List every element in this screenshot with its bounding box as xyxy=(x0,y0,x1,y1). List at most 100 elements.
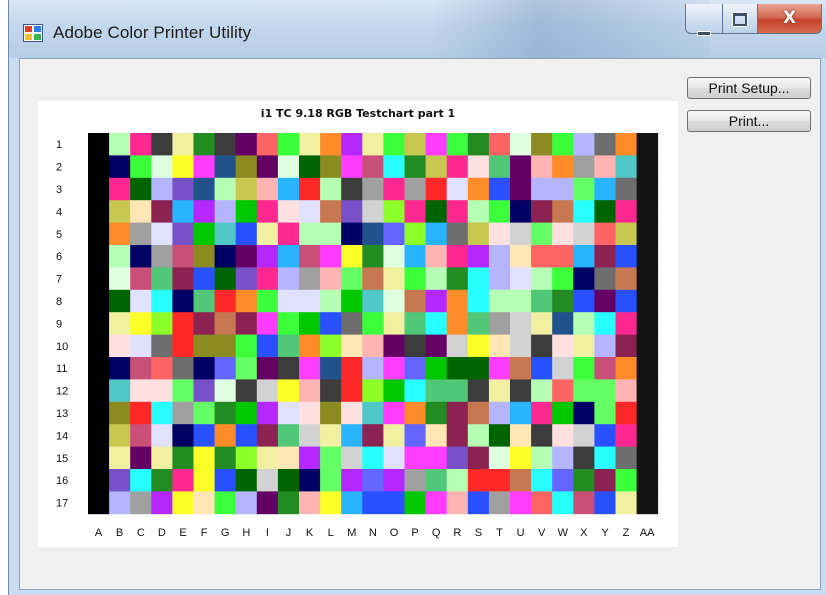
color-patch xyxy=(594,357,616,380)
color-patch xyxy=(299,357,321,380)
color-patch xyxy=(151,424,173,447)
color-patch xyxy=(362,267,384,291)
color-patch xyxy=(467,312,490,335)
color-patch xyxy=(109,200,131,223)
color-patch xyxy=(488,267,511,291)
color-patch xyxy=(88,357,110,380)
color-patch xyxy=(636,245,659,268)
color-patch xyxy=(130,469,152,492)
color-patch xyxy=(552,312,574,335)
color-patch xyxy=(299,289,321,313)
color-patch xyxy=(594,491,616,515)
color-patch xyxy=(404,245,426,268)
color-patch xyxy=(636,155,659,179)
color-patch xyxy=(636,469,659,492)
color-patch xyxy=(88,469,110,492)
color-patch xyxy=(425,245,448,268)
color-patch xyxy=(277,334,300,358)
color-patch xyxy=(467,177,490,201)
color-patch xyxy=(214,267,237,291)
color-patch xyxy=(235,200,258,223)
color-patch xyxy=(531,245,553,268)
color-patch xyxy=(531,133,553,156)
row-label: 8 xyxy=(56,296,62,308)
color-patch xyxy=(320,177,342,201)
color-patch xyxy=(193,222,215,246)
color-patch xyxy=(467,379,490,403)
color-patch xyxy=(488,289,511,313)
color-patch xyxy=(594,446,616,470)
color-patch xyxy=(130,357,152,380)
color-patch xyxy=(214,446,237,470)
color-patch xyxy=(552,289,574,313)
column-label: M xyxy=(347,527,356,539)
column-label: L xyxy=(328,527,334,539)
color-patch xyxy=(88,245,110,268)
color-patch xyxy=(320,222,342,246)
color-patch xyxy=(193,424,215,447)
color-patch xyxy=(573,357,595,380)
color-patch xyxy=(573,401,595,425)
color-patch xyxy=(383,200,405,223)
color-patch xyxy=(594,334,616,358)
color-patch xyxy=(531,289,553,313)
color-patch xyxy=(488,245,511,268)
color-patch xyxy=(510,155,532,179)
color-patch xyxy=(425,334,448,358)
color-patch xyxy=(88,200,110,223)
color-patch xyxy=(214,133,237,156)
color-patch xyxy=(467,289,490,313)
color-patch xyxy=(193,267,215,291)
color-patch xyxy=(383,379,405,403)
color-patch xyxy=(531,222,553,246)
color-patch xyxy=(256,379,279,403)
column-label: A xyxy=(95,527,103,539)
color-patch xyxy=(404,446,426,470)
color-patch xyxy=(341,155,363,179)
color-patch xyxy=(172,245,194,268)
color-patch xyxy=(235,155,258,179)
color-patch xyxy=(552,469,574,492)
column-label: H xyxy=(242,527,250,539)
color-patch xyxy=(88,267,110,291)
print-button[interactable]: Print... xyxy=(687,110,811,132)
color-patch xyxy=(172,133,194,156)
color-patch xyxy=(299,245,321,268)
color-patch xyxy=(193,401,215,425)
color-patch xyxy=(404,401,426,425)
color-patch xyxy=(552,424,574,447)
color-patch xyxy=(88,312,110,335)
column-label: P xyxy=(411,527,418,539)
color-patch xyxy=(320,267,342,291)
color-patch xyxy=(109,379,131,403)
color-patch xyxy=(615,267,637,291)
color-patch xyxy=(594,245,616,268)
color-patch xyxy=(404,155,426,179)
color-patch xyxy=(510,245,532,268)
color-patch xyxy=(88,379,110,403)
color-patch xyxy=(320,334,342,358)
title-bar[interactable]: Adobe Color Printer Utility X xyxy=(9,0,826,58)
color-patch xyxy=(383,267,405,291)
close-button[interactable]: X xyxy=(757,4,822,34)
testchart-svg: 1234567891011121314151617A B C D E F G H I J K L M N O… xyxy=(56,133,659,539)
color-patch xyxy=(573,379,595,403)
color-patch xyxy=(151,312,173,335)
color-patch xyxy=(256,222,279,246)
color-patch xyxy=(151,446,173,470)
color-patch xyxy=(151,491,173,515)
row-label: 6 xyxy=(56,251,62,263)
column-label: Q xyxy=(432,527,441,539)
maximize-button[interactable] xyxy=(722,4,758,34)
color-patch xyxy=(151,155,173,179)
color-patch xyxy=(151,379,173,403)
minimize-button[interactable] xyxy=(685,4,723,35)
color-patch xyxy=(531,177,553,201)
color-patch xyxy=(573,469,595,492)
color-patch xyxy=(341,200,363,223)
color-patch xyxy=(299,312,321,335)
color-patch xyxy=(88,334,110,358)
color-patch xyxy=(573,267,595,291)
print-setup-button[interactable]: Print Setup... xyxy=(687,77,811,99)
color-patch xyxy=(594,267,616,291)
